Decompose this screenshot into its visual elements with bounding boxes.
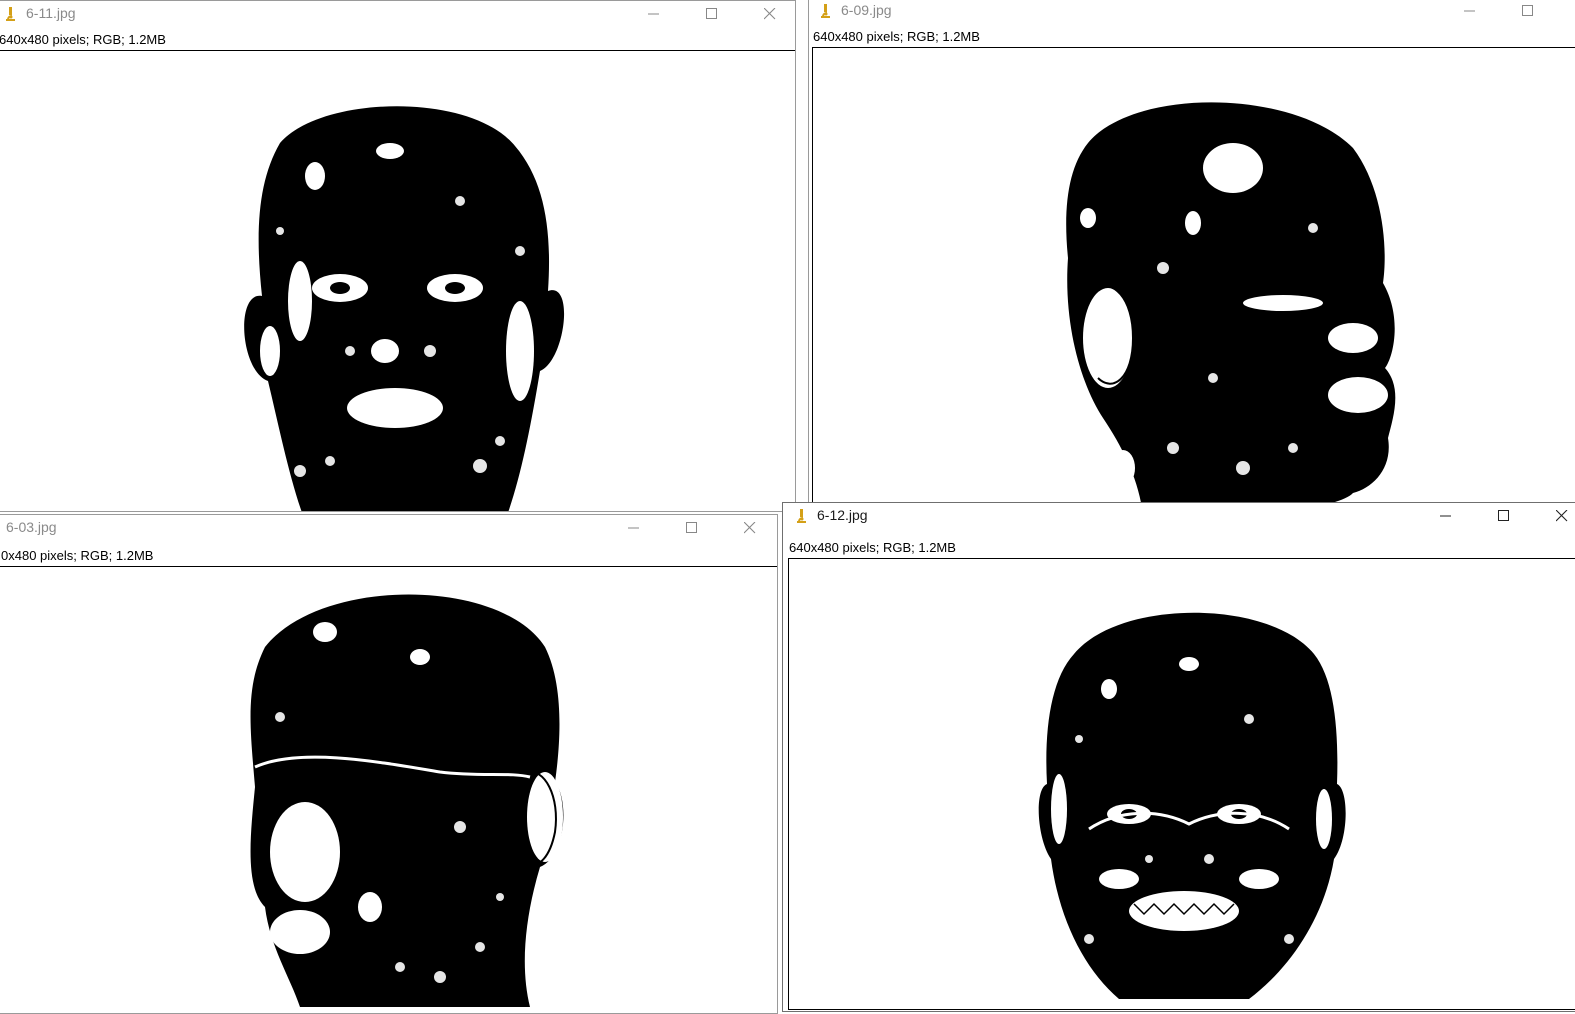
image-window-6-11[interactable]: 6-11.jpg 640x480 pixels; RGB; 1.2MB [0,0,796,512]
minimize-icon [1440,515,1451,517]
maximize-icon [686,522,697,533]
title-bar[interactable]: 6-11.jpg [0,1,795,27]
binary-threshold-face-three-quarter [250,594,564,1007]
image-info: 640x480 pixels; RGB; 1.2MB [813,29,980,44]
close-icon [1556,510,1568,522]
maximize-icon [1498,510,1509,521]
image-info: 0x480 pixels; RGB; 1.2MB [1,548,154,563]
image-info: 640x480 pixels; RGB; 1.2MB [0,32,166,47]
close-button[interactable] [727,515,773,541]
window-title: 6-03.jpg [6,519,57,535]
close-icon [744,522,756,534]
minimize-icon [628,527,639,529]
window-title: 6-09.jpg [841,2,892,18]
maximize-button[interactable] [689,1,735,27]
minimize-icon [1464,10,1475,12]
minimize-button[interactable] [611,515,657,541]
maximize-icon [1522,5,1533,16]
microscope-icon [797,509,806,523]
image-window-6-12[interactable]: 6-12.jpg 640x480 pixels; RGB; 1.2MB [782,502,1575,1012]
binary-threshold-face-smiling [1038,612,1346,999]
title-bar[interactable]: 6-03.jpg [0,515,777,541]
maximize-button[interactable] [669,515,715,541]
minimize-button[interactable] [1423,503,1469,529]
microscope-icon [6,7,15,21]
maximize-button[interactable] [1505,0,1551,24]
window-title: 6-12.jpg [817,507,868,523]
microscope-icon [821,4,830,18]
minimize-icon [648,13,659,15]
close-button[interactable] [747,1,793,27]
image-info: 640x480 pixels; RGB; 1.2MB [789,540,956,555]
binary-threshold-face-profile [1066,102,1396,511]
title-bar[interactable]: 6-12.jpg [783,503,1575,529]
image-canvas[interactable] [788,558,1575,1010]
image-canvas[interactable] [0,566,777,1013]
image-canvas[interactable] [0,50,795,511]
maximize-button[interactable] [1481,503,1527,529]
image-canvas[interactable] [812,47,1575,511]
maximize-icon [706,8,717,19]
image-window-6-03[interactable]: 6-03.jpg 0x480 pixels; RGB; 1.2MB [0,514,778,1014]
title-bar[interactable]: 6-09.jpg [809,0,1575,24]
minimize-button[interactable] [1447,0,1493,24]
window-title: 6-11.jpg [26,5,76,21]
close-button[interactable] [1539,503,1575,529]
close-icon [764,8,776,20]
minimize-button[interactable] [631,1,677,27]
binary-threshold-face-frontal [244,106,565,511]
image-window-6-09[interactable]: 6-09.jpg 640x480 pixels; RGB; 1.2MB [808,0,1575,512]
